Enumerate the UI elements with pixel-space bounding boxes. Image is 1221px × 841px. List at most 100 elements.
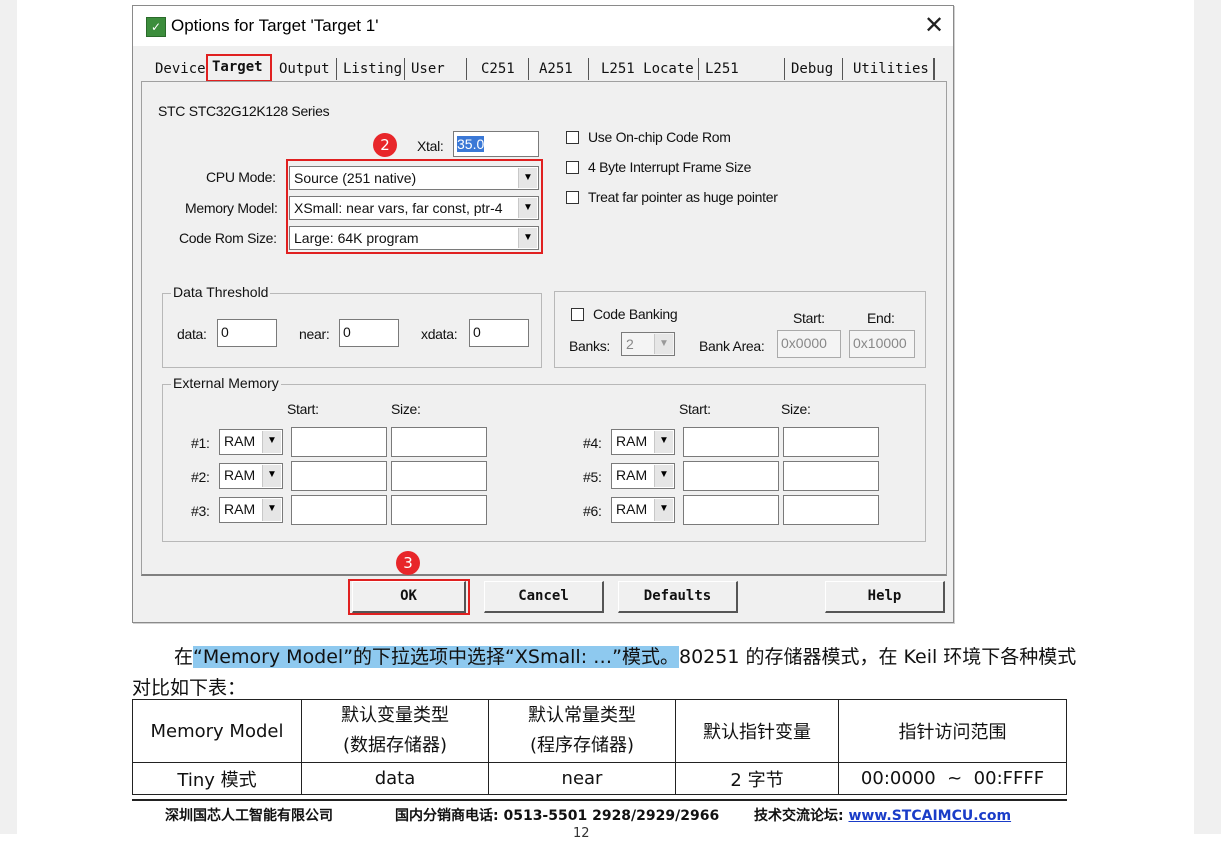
ext-start-input-2[interactable]: [291, 461, 387, 491]
table-row: Tiny 模式 data near 2 字节 00:0000 ~ 00:FFFF: [132, 762, 1067, 795]
footer-url-link[interactable]: www.STCAIMCU.com: [848, 808, 1011, 824]
ok-button[interactable]: OK: [352, 581, 466, 613]
chevron-down-icon[interactable]: ▼: [518, 198, 537, 218]
ext-start-input-6[interactable]: [683, 495, 779, 525]
code-rom-label: Code Rom Size:: [179, 230, 277, 246]
banks-select[interactable]: 2 ▼: [621, 332, 675, 356]
ext-size-label-right: Size:: [781, 401, 811, 417]
xdata-input[interactable]: 0: [469, 319, 529, 347]
ext-row-label: #1:: [191, 435, 210, 451]
xtal-input[interactable]: 35.0: [453, 131, 539, 157]
tab-utilities[interactable]: Utilities: [849, 58, 935, 80]
ext-size-input-2[interactable]: [391, 461, 487, 491]
keil-app-icon: ✓: [146, 17, 166, 37]
bank-start-label: Start:: [793, 310, 825, 326]
huge-pointer-label: Treat far pointer as huge pointer: [588, 189, 778, 205]
ext-size-input-5[interactable]: [783, 461, 879, 491]
table-cell: 2 字节: [675, 762, 839, 795]
tab-debug[interactable]: Debug: [787, 58, 843, 80]
ext-row-label: #4:: [583, 435, 602, 451]
use-onchip-rom-label: Use On-chip Code Rom: [588, 129, 731, 145]
ext-start-input-4[interactable]: [683, 427, 779, 457]
close-icon[interactable]: ✕: [921, 12, 947, 38]
chevron-down-icon[interactable]: ▼: [518, 168, 537, 188]
tab-l251-locate[interactable]: L251 Locate: [597, 58, 699, 80]
tab-c251[interactable]: C251: [477, 58, 529, 80]
ext-start-input-5[interactable]: [683, 461, 779, 491]
use-onchip-rom-checkbox[interactable]: [566, 131, 579, 144]
banks-label: Banks:: [569, 338, 610, 354]
tab-user[interactable]: User: [407, 58, 467, 80]
interrupt-frame-label: 4 Byte Interrupt Frame Size: [588, 159, 752, 175]
memory-model-table: Memory Model 默认变量类型 (数据存储器) 默认常量类型 (程序存储器)…: [132, 699, 1067, 795]
tab-device[interactable]: Device: [151, 58, 209, 80]
footer-forum: 技术交流论坛: www.STCAIMCU.com: [754, 808, 1012, 824]
ext-size-input-1[interactable]: [391, 427, 487, 457]
highlighted-text: “Memory Model”的下拉选项中选择“XSmall: …”模式。: [193, 646, 679, 668]
bank-start-input[interactable]: 0x0000: [777, 330, 841, 358]
cpu-mode-select[interactable]: Source (251 native) ▼: [289, 166, 539, 190]
code-banking-checkbox[interactable]: [571, 308, 584, 321]
ext-size-input-6[interactable]: [783, 495, 879, 525]
chevron-down-icon[interactable]: ▼: [654, 465, 673, 487]
bank-area-label: Bank Area:: [699, 338, 765, 354]
ext-start-label-left: Start:: [287, 401, 319, 417]
footer-company: 深圳国芯人工智能有限公司: [165, 808, 333, 824]
ext-type-select-4[interactable]: RAM ▼: [611, 429, 675, 455]
defaults-button[interactable]: Defaults: [618, 581, 738, 613]
tab-output[interactable]: Output: [275, 58, 337, 80]
table-cell: Tiny 模式: [132, 762, 302, 795]
ext-type-select-2[interactable]: RAM ▼: [219, 463, 283, 489]
chevron-down-icon[interactable]: ▼: [262, 499, 281, 521]
series-label: STC STC32G12K128 Series: [158, 103, 330, 119]
table-cell: data: [301, 762, 489, 795]
ext-size-input-4[interactable]: [783, 427, 879, 457]
options-dialog: ✓ Options for Target 'Target 1' ✕ Device…: [132, 5, 954, 623]
ext-size-label-left: Size:: [391, 401, 421, 417]
ext-type-select-1[interactable]: RAM ▼: [219, 429, 283, 455]
step-badge-2: 2: [373, 133, 397, 157]
chevron-down-icon[interactable]: ▼: [654, 334, 673, 354]
code-rom-select[interactable]: Large: 64K program ▼: [289, 226, 539, 250]
ext-row-label: #6:: [583, 503, 602, 519]
ext-type-select-6[interactable]: RAM ▼: [611, 497, 675, 523]
memory-model-label: Memory Model:: [185, 200, 278, 216]
interrupt-frame-checkbox[interactable]: [566, 161, 579, 174]
table-header-cell: 默认常量类型 (程序存储器): [488, 699, 676, 763]
ext-row-label: #2:: [191, 469, 210, 485]
external-memory-group: External Memory Start: Size: Start: Size…: [162, 375, 926, 542]
ext-type-select-3[interactable]: RAM ▼: [219, 497, 283, 523]
dialog-title: Options for Target 'Target 1': [171, 16, 379, 35]
ext-start-input-1[interactable]: [291, 427, 387, 457]
bank-end-input[interactable]: 0x10000: [849, 330, 915, 358]
footer-divider: [132, 799, 1067, 801]
chevron-down-icon[interactable]: ▼: [654, 431, 673, 453]
ext-row-label: #3:: [191, 503, 210, 519]
tab-l251-misc[interactable]: L251 Misc: [701, 58, 785, 99]
tab-target[interactable]: Target: [206, 54, 272, 82]
data-threshold-title: Data Threshold: [171, 284, 271, 300]
huge-pointer-checkbox[interactable]: [566, 191, 579, 204]
code-banking-group: Code Banking Start: End: Banks: 2 ▼ Bank …: [554, 291, 926, 368]
tab-a251[interactable]: A251: [535, 58, 589, 80]
chevron-down-icon[interactable]: ▼: [262, 465, 281, 487]
data-input[interactable]: 0: [217, 319, 277, 347]
body-paragraph-line2: 对比如下表：: [132, 677, 247, 699]
memory-model-select[interactable]: XSmall: near vars, far const, ptr-4 ▼: [289, 196, 539, 220]
cpu-mode-label: CPU Mode:: [206, 169, 276, 185]
external-memory-title: External Memory: [171, 375, 281, 391]
xtal-label: Xtal:: [417, 138, 444, 154]
near-input[interactable]: 0: [339, 319, 399, 347]
tab-listing[interactable]: Listing: [339, 58, 405, 80]
table-cell: 00:0000 ~ 00:FFFF: [838, 762, 1067, 795]
chevron-down-icon[interactable]: ▼: [654, 499, 673, 521]
chevron-down-icon[interactable]: ▼: [518, 228, 537, 248]
target-panel: STC STC32G12K128 Series 2 Xtal: 35.0 CPU…: [141, 81, 947, 576]
cancel-button[interactable]: Cancel: [484, 581, 604, 613]
chevron-down-icon[interactable]: ▼: [262, 431, 281, 453]
ext-size-input-3[interactable]: [391, 495, 487, 525]
help-button[interactable]: Help: [825, 581, 945, 613]
code-banking-label: Code Banking: [593, 306, 678, 322]
ext-start-input-3[interactable]: [291, 495, 387, 525]
ext-type-select-5[interactable]: RAM ▼: [611, 463, 675, 489]
